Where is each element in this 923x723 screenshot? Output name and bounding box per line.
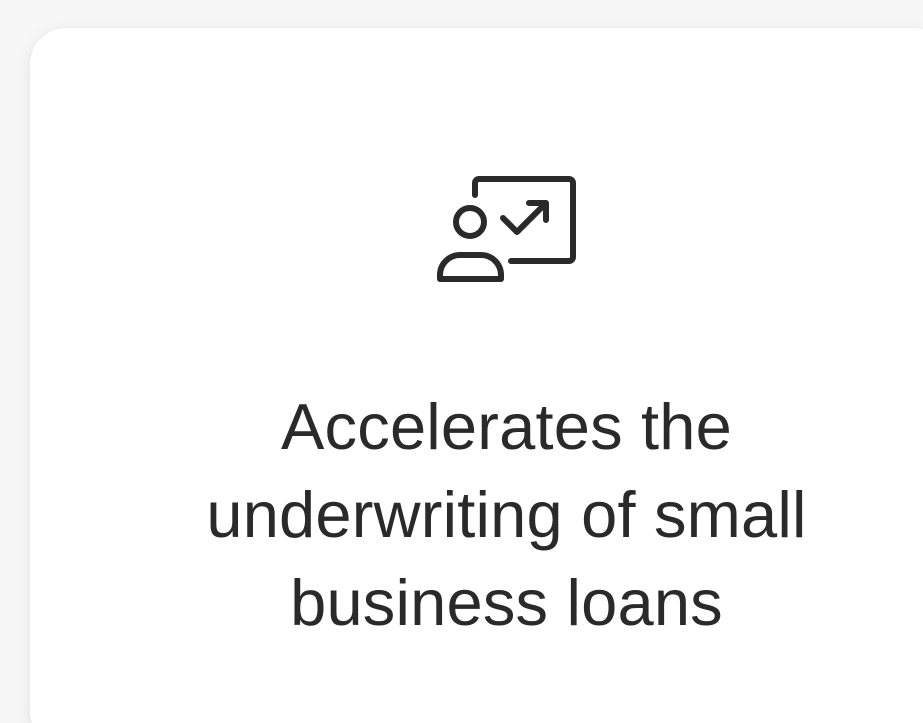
feature-text-line-3: business loans: [290, 566, 723, 639]
feature-text-line-1: Accelerates the: [280, 390, 733, 463]
feature-card: Accelerates the underwriting of small bu…: [30, 28, 923, 723]
presentation-growth-icon: [433, 173, 579, 289]
feature-description: Accelerates the underwriting of small bu…: [30, 383, 923, 647]
feature-text-line-2: underwriting of small: [206, 478, 807, 551]
